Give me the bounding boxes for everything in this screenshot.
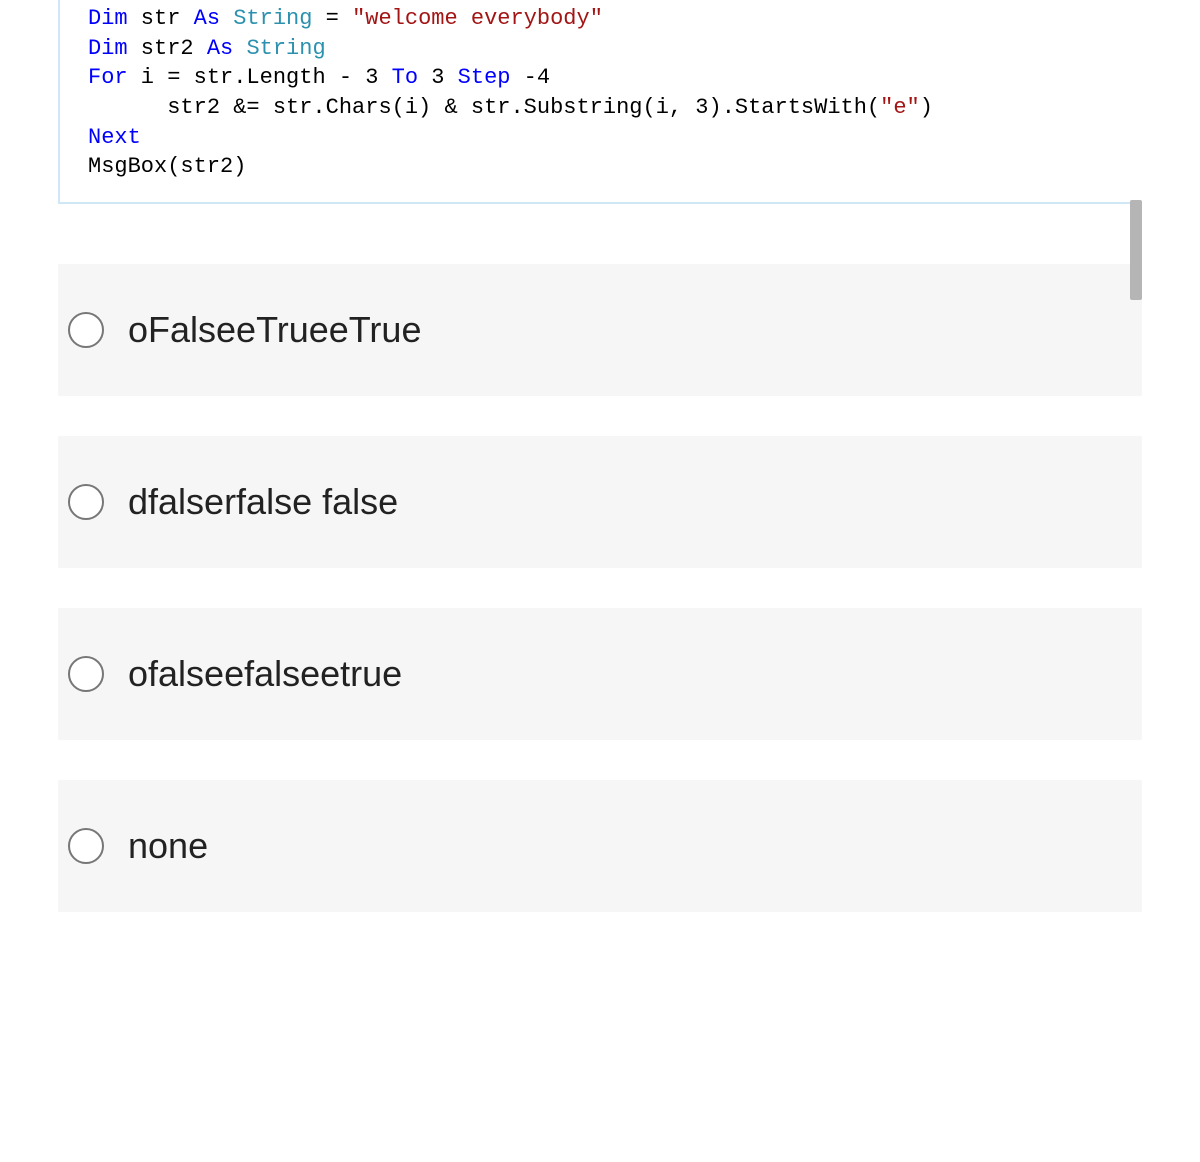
radio-icon[interactable] [68,312,104,348]
option-label: oFalseeTrueeTrue [128,309,421,351]
option-row[interactable]: dfalserfalse false [58,436,1142,568]
radio-icon[interactable] [68,484,104,520]
kw-to: To [392,65,418,90]
kw-dim: Dim [88,6,128,31]
kw-for: For [88,65,128,90]
radio-icon[interactable] [68,828,104,864]
option-row[interactable]: ofalseefalseetrue [58,608,1142,740]
type-string: String [246,36,325,61]
option-row[interactable]: oFalseeTrueeTrue [58,264,1142,396]
option-label: dfalserfalse false [128,481,398,523]
identifier-msgbox: MsgBox(str2) [88,154,246,179]
string-literal: "welcome everybody" [352,6,603,31]
kw-as: As [207,36,233,61]
type-string: String [233,6,312,31]
code-block: Dim str As String = "welcome everybody" … [58,0,1142,204]
kw-as: As [194,6,220,31]
radio-icon[interactable] [68,656,104,692]
kw-next: Next [88,125,141,150]
option-label: none [128,825,208,867]
kw-dim: Dim [88,36,128,61]
option-label: ofalseefalseetrue [128,653,402,695]
string-literal: "e" [880,95,920,120]
kw-step: Step [458,65,511,90]
scrollbar-thumb[interactable] [1130,200,1142,300]
options-list: oFalseeTrueeTrue dfalserfalse false ofal… [0,264,1200,912]
option-row[interactable]: none [58,780,1142,912]
